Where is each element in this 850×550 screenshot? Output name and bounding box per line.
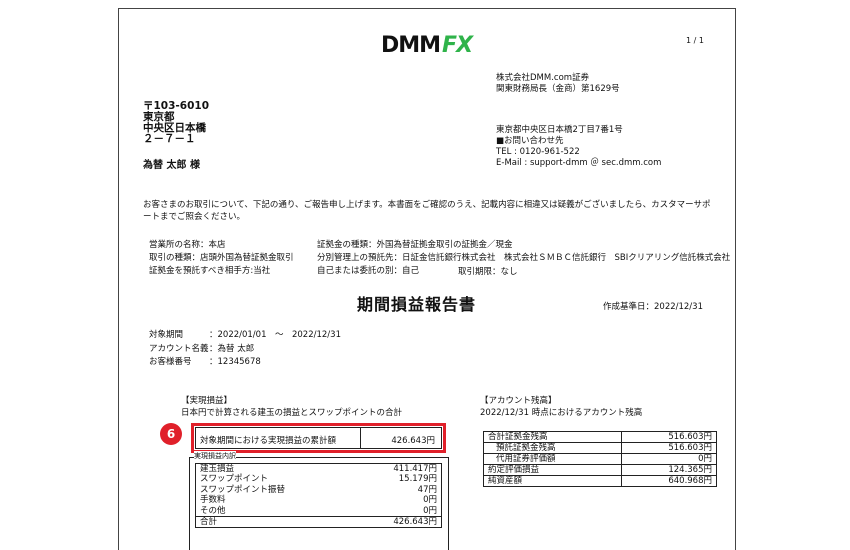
intro-line: ートまでご照会ください。 <box>143 212 246 222</box>
row-value: 47円 <box>417 484 437 495</box>
meta-value: ：12345678 <box>209 357 261 367</box>
intro-line: お客さまのお取引について、下記の通り、ご報告申し上げます。本書面をご確認のうえ、… <box>143 200 711 210</box>
row-label: 約定評価損益 <box>483 464 622 476</box>
row-value: 124.365円 <box>621 464 717 476</box>
realized-heading: 【実現損益】 <box>181 396 233 406</box>
margin-info: 証拠金の種類：外国為替証拠金取引の証拠金／現金 分別管理上の預託先：日証金信託銀… <box>317 239 730 278</box>
deposit-counterparty: 証拠金を預託すべき相手方:当社 <box>149 266 271 276</box>
table-row: 建玉損益 411.417円 <box>196 464 442 475</box>
base-date: 作成基準日：2022/12/31 <box>603 302 703 312</box>
contact-heading: ■お問い合わせ先 <box>496 136 564 146</box>
recipient-name: 為替 太郎 様 <box>143 160 200 171</box>
realized-section-heading: 【実現損益】 日本円で計算される建玉の損益とスワップポイントの合計 <box>181 395 402 419</box>
table-row: スワップポイント 15.179円 <box>196 474 442 485</box>
detail-heading: 実現損益内訳 <box>194 451 236 461</box>
row-label: スワップポイント <box>200 474 269 485</box>
table-row: その他 0円 <box>196 506 442 517</box>
cell-divider <box>360 428 361 448</box>
statement-document: DMMFX 1 / 1 株式会社DMM.com証券 関東財務局長（金商）第162… <box>118 8 736 550</box>
cumulative-pl-value: 426.643円 <box>391 436 435 446</box>
table-row: 純資産額 640.968円 <box>483 475 717 487</box>
table-row: 手数料 0円 <box>196 495 442 506</box>
meta-row: 対象期間 ：2022/01/01 ～ 2022/12/31 <box>149 329 341 343</box>
meta-label: お客様番号 <box>149 357 192 367</box>
meta-value: ：2022/01/01 ～ 2022/12/31 <box>209 330 341 340</box>
account-balance-table: 合計証拠金残高 516.603円 預託証拠金残高 516.603円 代用証券評価額 0… <box>483 431 717 487</box>
contact-email: E-Mail : support-dmm ＠ sec.dmm.com <box>496 158 662 168</box>
row-label: 純資産額 <box>483 475 622 487</box>
table-row: 合計証拠金残高 516.603円 <box>483 431 717 443</box>
meta-label: 対象期間 <box>149 330 184 340</box>
row-value: 0円 <box>423 495 437 506</box>
table-row: 約定評価損益 124.365円 <box>483 464 717 476</box>
row-label: その他 <box>200 505 226 516</box>
row-label: 合計証拠金残高 <box>483 431 622 443</box>
realized-subheading: 日本円で計算される建玉の損益とスワップポイントの合計 <box>181 408 403 418</box>
account-subheading: 2022/12/31 時点におけるアカウント残高 <box>480 408 643 418</box>
contact-phone: TEL : 0120-961-522 <box>496 147 580 157</box>
meta-row: アカウント名義：為替 太郎 <box>149 343 341 357</box>
company-registration: 関東財務局長（金商）第1629号 <box>496 84 620 94</box>
row-label: 手数料 <box>200 495 226 506</box>
margin-type: 証拠金の種類：外国為替証拠金取引の証拠金／現金 <box>317 240 513 250</box>
row-value: 516.603円 <box>621 442 717 454</box>
table-row: 預託証拠金残高 516.603円 <box>483 442 717 454</box>
segregated-custodian: 分別管理上の預託先：日証金信託銀行株式会社 株式会社ＳＭＢＣ信託銀行 SBIクリ… <box>317 253 731 263</box>
account-heading: 【アカウント残高】 <box>480 396 557 406</box>
row-label: 預託証拠金残高 <box>483 442 622 454</box>
table-row: 代用証券評価額 0円 <box>483 453 717 465</box>
recipient-address: 〒103-6010 東京都 中央区日本橋 ２－７－１ <box>143 101 209 145</box>
address-line: ２－７－１ <box>143 133 196 145</box>
contact-address: 東京都中央区日本橋2丁目7番1号 <box>496 125 623 135</box>
intro-text: お客さまのお取引について、下記の通り、ご報告申し上げます。本書面をご確認のうえ、… <box>143 199 710 223</box>
trade-term: 取引期限：なし <box>458 267 518 277</box>
page-title: 期間損益報告書 <box>357 295 477 314</box>
cumulative-pl-box: 対象期間における実現損益の累計額 426.643円 <box>191 423 446 453</box>
row-label: スワップポイント振替 <box>200 484 286 495</box>
company-name: 株式会社DMM.com証券 <box>496 73 590 83</box>
meta-label: アカウント名義 <box>149 343 209 354</box>
contact-info: 東京都中央区日本橋2丁目7番1号 ■お問い合わせ先 TEL : 0120-961… <box>496 125 661 169</box>
meta-value: ：為替 太郎 <box>209 343 255 354</box>
row-value: 516.603円 <box>621 431 717 443</box>
account-section-heading: 【アカウント残高】 2022/12/31 時点におけるアカウント残高 <box>480 395 642 419</box>
row-value: 411.417円 <box>393 464 437 474</box>
table-row: スワップポイント振替 47円 <box>196 485 442 496</box>
logo-fx-text: FX <box>442 33 473 58</box>
row-value: 0円 <box>423 505 437 516</box>
account-meta: 対象期間 ：2022/01/01 ～ 2022/12/31 アカウント名義：為替 … <box>149 329 341 370</box>
realized-detail-table: 建玉損益 411.417円 スワップポイント 15.179円 スワップポイント振替 4… <box>195 463 442 528</box>
row-value: 640.968円 <box>621 475 717 487</box>
meta-row: お客様番号 ：12345678 <box>149 356 341 370</box>
page-number: 1 / 1 <box>686 36 704 45</box>
trade-type: 取引の種類：店頭外国為替証拠金取引 <box>149 253 294 263</box>
business-info: 営業所の名称：本店 取引の種類：店頭外国為替証拠金取引 証拠金を預託すべき相手方… <box>149 239 294 278</box>
company-info: 株式会社DMM.com証券 関東財務局長（金商）第1629号 <box>496 73 620 95</box>
self-or-consign: 自己または委託の別：自己 <box>317 266 420 276</box>
row-value: 0円 <box>621 453 717 465</box>
cumulative-pl-label: 対象期間における実現損益の累計額 <box>200 436 337 446</box>
row-label: 建玉損益 <box>200 464 235 474</box>
branch-name: 営業所の名称：本店 <box>149 240 226 250</box>
dmm-fx-logo: DMMFX <box>381 33 473 58</box>
total-row: 合計 426.643円 <box>195 515 442 527</box>
logo-dmm-text: DMM <box>381 33 441 58</box>
total-label: 合計 <box>195 515 354 527</box>
callout-number-badge: 6 <box>160 423 182 445</box>
total-value: 426.643円 <box>353 515 442 527</box>
row-value: 15.179円 <box>398 474 437 485</box>
row-label: 代用証券評価額 <box>483 453 622 465</box>
